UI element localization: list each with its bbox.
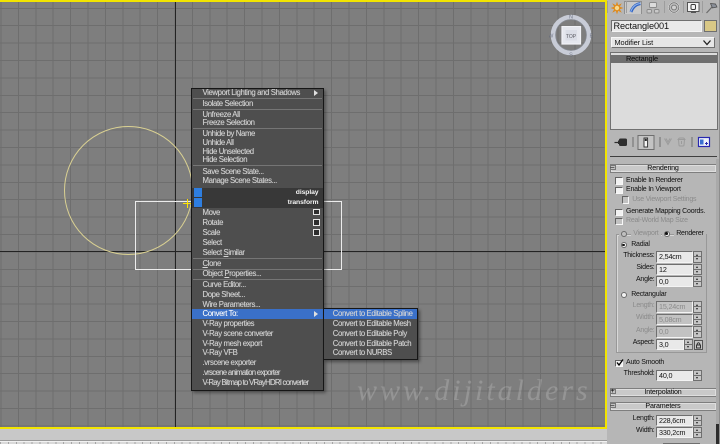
svg-text:E: E (590, 33, 593, 39)
svg-text:S: S (569, 52, 573, 57)
svg-text:W: W (549, 33, 554, 39)
svg-text:N: N (569, 14, 573, 20)
svg-text:TOP: TOP (566, 34, 577, 40)
